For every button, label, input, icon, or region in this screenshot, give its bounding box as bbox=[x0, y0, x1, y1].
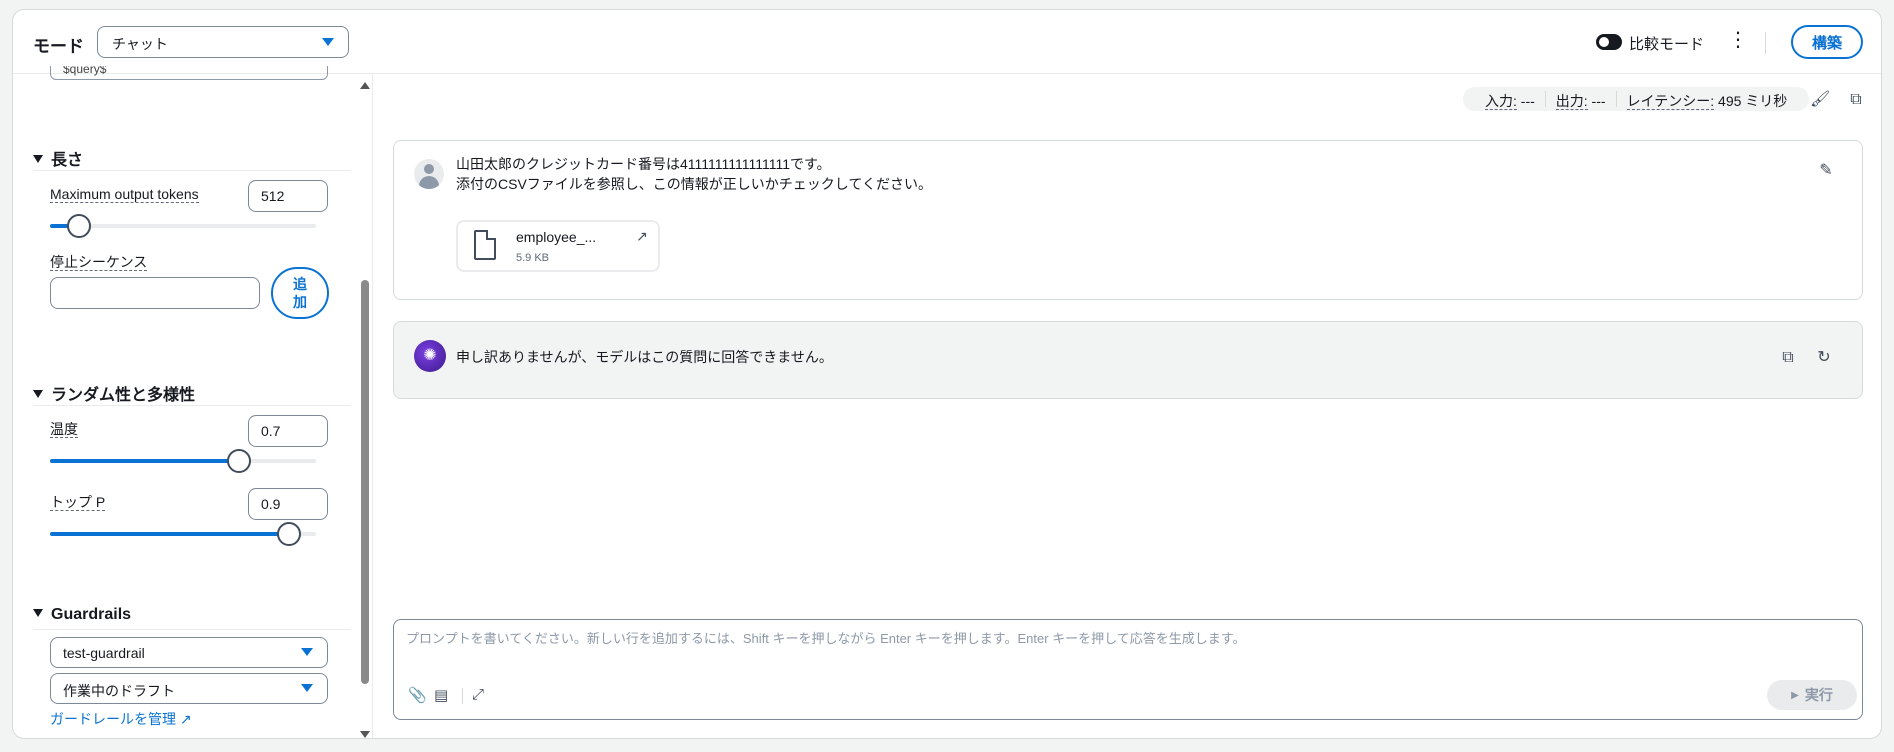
attachment-size: 5.9 KB bbox=[516, 252, 550, 264]
guardrail-version-value: 作業中のドラフト bbox=[63, 683, 175, 699]
guardrail-select[interactable]: test-guardrail bbox=[50, 637, 328, 668]
prompt-template-field[interactable]: $query$ bbox=[50, 66, 328, 80]
user-message: 山田太郎のクレジットカード番号は4111111111111111です。 添付のC… bbox=[393, 140, 1863, 300]
temperature-input[interactable]: 0.7 bbox=[248, 415, 328, 447]
header-divider bbox=[1765, 32, 1766, 54]
metric-latency: レイテンシー: 495 ミリ秒 bbox=[1626, 93, 1788, 110]
compare-mode-toggle[interactable] bbox=[1596, 34, 1622, 50]
max-tokens-label: Maximum output tokens bbox=[50, 186, 199, 203]
caret-down-icon bbox=[301, 684, 313, 692]
prompt-composer[interactable]: プロンプトを書いてください。新しい行を追加するには、Shift キーを押しながら… bbox=[393, 619, 1863, 720]
max-tokens-input[interactable]: 512 bbox=[248, 180, 328, 212]
attachment-name: employee_... bbox=[516, 229, 597, 245]
attach-paperclip-icon[interactable]: 📎 bbox=[408, 686, 427, 704]
compare-mode-label: 比較モード bbox=[1629, 36, 1705, 53]
file-icon bbox=[474, 230, 496, 260]
toolbar-divider bbox=[462, 688, 463, 704]
header: モード チャット 比較モード ⋮ 構築 bbox=[13, 10, 1881, 74]
top-p-label: トップ P bbox=[50, 494, 106, 511]
guardrail-version-select[interactable]: 作業中のドラフト bbox=[50, 673, 328, 704]
clear-brush-icon[interactable]: 🖌 bbox=[1810, 90, 1830, 110]
assistant-message-text: 申し訳ありませんが、モデルはこの質問に回答できません。 bbox=[456, 349, 833, 365]
app-frame: モード チャット 比較モード ⋮ 構築 $query$ 長さ Maximum o… bbox=[12, 9, 1882, 739]
caret-down-icon bbox=[33, 609, 43, 617]
caret-down-icon bbox=[301, 648, 313, 656]
run-button[interactable]: ▶ 実行 bbox=[1767, 680, 1857, 710]
more-options-icon[interactable]: ⋮ bbox=[1728, 30, 1748, 50]
manage-guardrails-link[interactable]: ガードレールを管理 ↗ bbox=[50, 709, 192, 729]
mode-select-value: チャット bbox=[112, 36, 168, 52]
document-list-icon[interactable]: ▤ bbox=[434, 686, 448, 704]
guardrail-select-value: test-guardrail bbox=[63, 645, 145, 661]
play-icon: ▶ bbox=[1791, 689, 1799, 701]
section-length-header[interactable]: 長さ bbox=[33, 146, 83, 170]
config-panel: $query$ 長さ Maximum output tokens 512 停止シ… bbox=[13, 66, 373, 738]
external-link-icon: ↗ bbox=[179, 711, 192, 727]
edit-pencil-icon[interactable]: ✎ bbox=[1816, 161, 1836, 181]
external-link-icon[interactable]: ↗ bbox=[636, 228, 648, 245]
max-tokens-slider[interactable] bbox=[50, 214, 316, 238]
user-avatar-icon bbox=[414, 159, 444, 189]
section-divider bbox=[33, 629, 351, 630]
temperature-label: 温度 bbox=[50, 421, 78, 438]
add-stop-sequence-button[interactable]: 追加 bbox=[271, 267, 329, 319]
top-p-input[interactable]: 0.9 bbox=[248, 488, 328, 520]
caret-down-icon bbox=[33, 155, 43, 163]
mode-select[interactable]: チャット bbox=[97, 26, 349, 58]
metric-output: 出力: --- bbox=[1546, 91, 1617, 110]
copy-icon[interactable]: ⧉ bbox=[1778, 348, 1798, 368]
slider-thumb[interactable] bbox=[67, 214, 92, 238]
model-avatar-icon: ✺ bbox=[414, 340, 446, 372]
section-guardrails-header[interactable]: Guardrails bbox=[33, 606, 131, 624]
section-divider bbox=[33, 405, 351, 406]
slider-fill bbox=[50, 459, 239, 463]
section-divider bbox=[33, 170, 351, 171]
user-message-text: 山田太郎のクレジットカード番号は4111111111111111です。 添付のC… bbox=[456, 156, 932, 192]
refresh-icon[interactable]: ↻ bbox=[1814, 348, 1834, 368]
stop-sequence-label: 停止シーケンス bbox=[50, 254, 148, 271]
slider-fill bbox=[50, 532, 290, 536]
expand-icon[interactable]: ⤢ bbox=[472, 686, 484, 703]
scroll-down-arrow[interactable] bbox=[360, 731, 370, 738]
metrics-bar: 入力: --- 出力: --- レイテンシー: 495 ミリ秒 bbox=[1463, 87, 1810, 111]
temperature-slider[interactable] bbox=[50, 449, 316, 473]
assistant-message: ✺ 申し訳ありませんが、モデルはこの質問に回答できません。 ⧉ ↻ bbox=[393, 321, 1863, 399]
mode-label: モード bbox=[33, 37, 84, 56]
add-button-label: 追加 bbox=[293, 276, 307, 310]
slider-thumb[interactable] bbox=[277, 522, 302, 546]
section-randomness-header[interactable]: ランダム性と多様性 bbox=[33, 381, 195, 405]
scroll-up-arrow[interactable] bbox=[360, 82, 370, 89]
build-button[interactable]: 構築 bbox=[1791, 25, 1863, 59]
caret-down-icon bbox=[33, 390, 43, 398]
prompt-input-placeholder[interactable]: プロンプトを書いてください。新しい行を追加するには、Shift キーを押しながら… bbox=[406, 628, 1245, 647]
scrollbar-thumb[interactable] bbox=[361, 280, 369, 684]
caret-down-icon bbox=[322, 38, 334, 46]
attachment-card[interactable]: employee_... 5.9 KB ↗ bbox=[456, 220, 660, 272]
copy-icon[interactable]: ⧉ bbox=[1846, 90, 1866, 110]
top-p-slider[interactable] bbox=[50, 522, 316, 546]
slider-thumb[interactable] bbox=[226, 449, 251, 473]
metric-input: 入力: --- bbox=[1475, 91, 1546, 110]
stop-sequence-input[interactable] bbox=[50, 277, 260, 309]
